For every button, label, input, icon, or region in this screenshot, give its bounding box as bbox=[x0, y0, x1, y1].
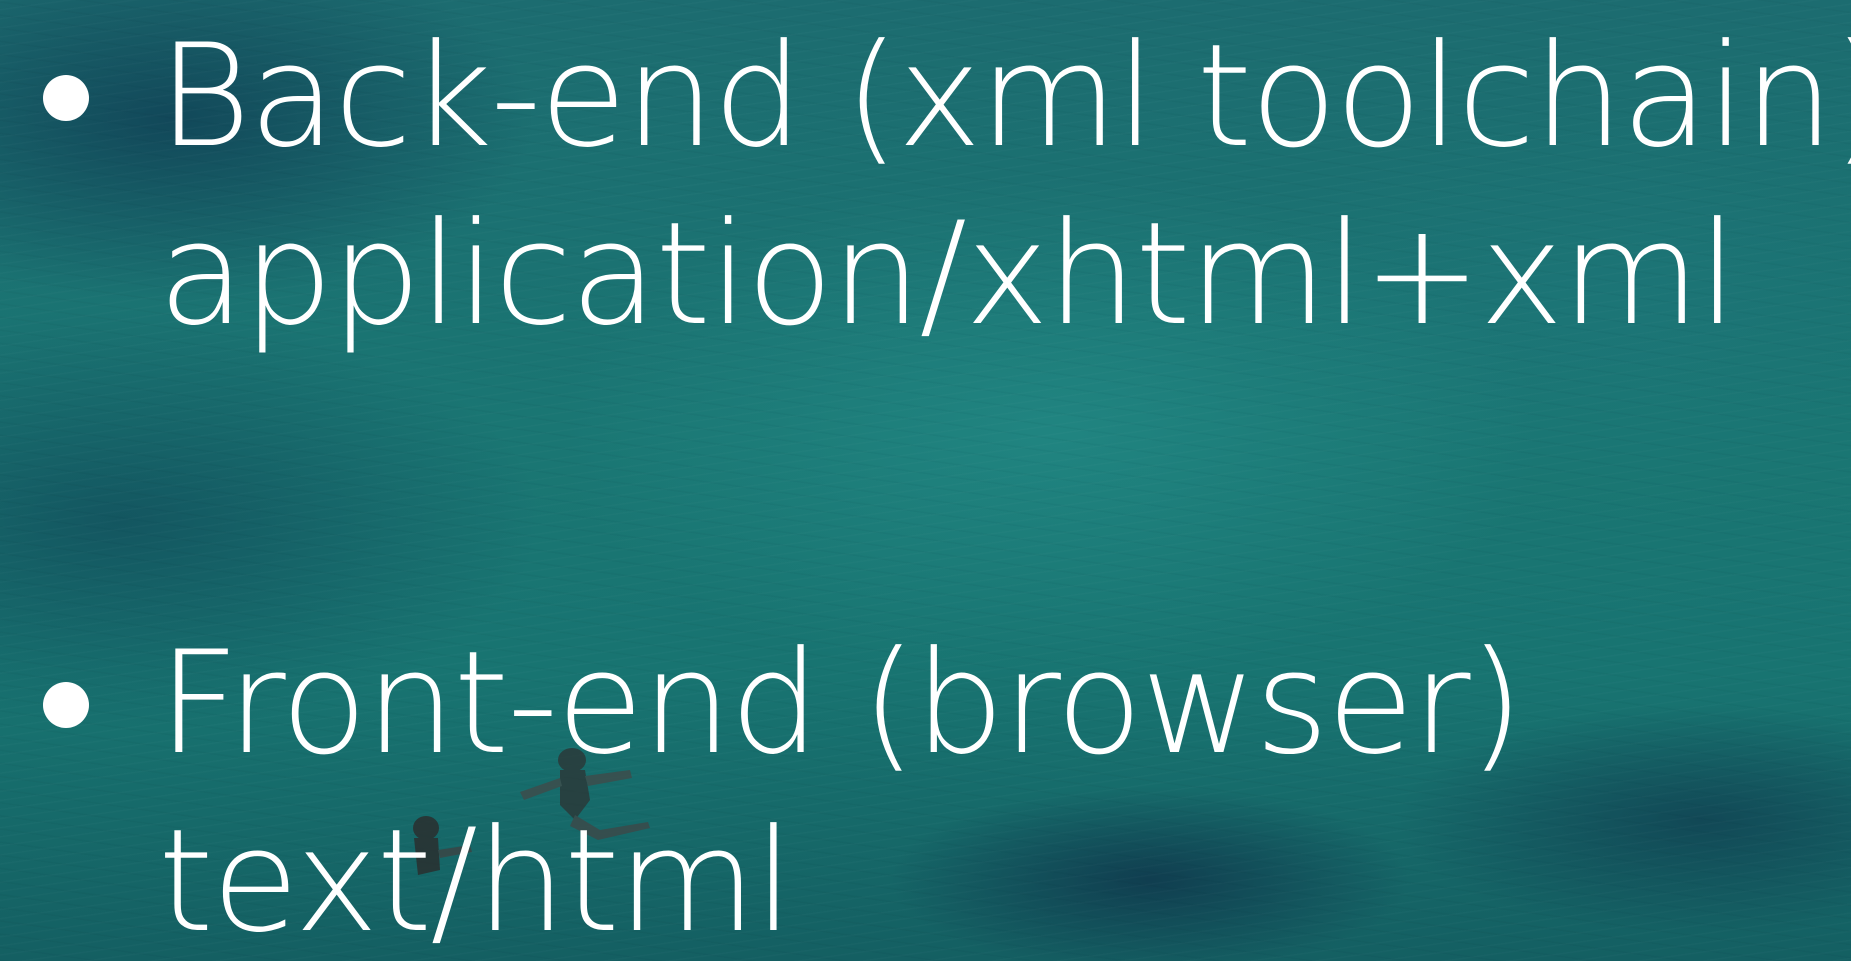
bullet-line: Front-end (browser) bbox=[0, 615, 1851, 793]
bullet-point-icon bbox=[43, 75, 89, 121]
bullet-heading: Front-end (browser) bbox=[158, 621, 1524, 786]
bullet-detail-line: text/html bbox=[0, 793, 1851, 961]
bullet-point-icon bbox=[43, 682, 89, 728]
bullet-heading: Back-end (xml toolchain) bbox=[158, 14, 1851, 179]
bullet-detail-line: application/xhtml+xml bbox=[0, 186, 1851, 364]
slide: Back-end (xml toolchain) application/xht… bbox=[0, 0, 1851, 961]
bullet-detail: application/xhtml+xml bbox=[158, 192, 1737, 357]
bullet-front-end: Front-end (browser) text/html bbox=[0, 615, 1851, 961]
bullet-back-end: Back-end (xml toolchain) application/xht… bbox=[0, 8, 1851, 364]
bullet-detail: text/html bbox=[158, 799, 794, 961]
bullet-line: Back-end (xml toolchain) bbox=[0, 8, 1851, 186]
